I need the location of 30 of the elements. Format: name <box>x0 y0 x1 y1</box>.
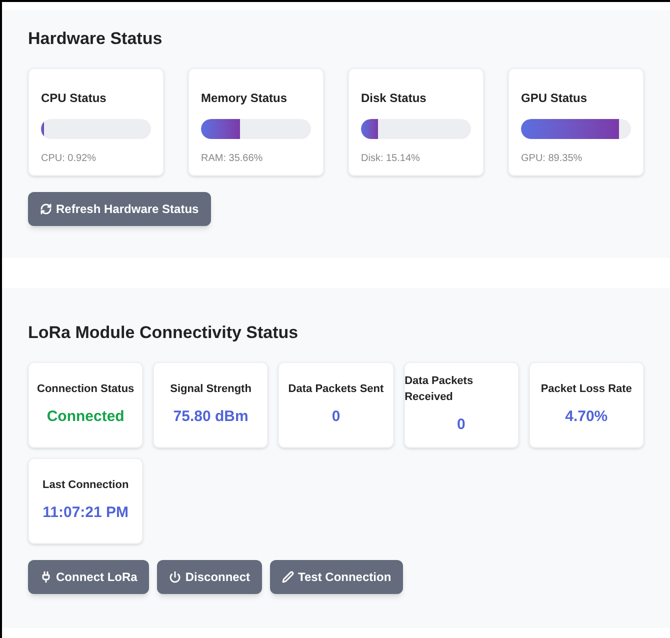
refresh-icon <box>40 202 52 214</box>
metric-title: GPU Status <box>521 90 588 106</box>
stat-value: 0 <box>457 414 466 435</box>
metric-reading: CPU: 0.92% <box>41 152 98 166</box>
metric-reading: GPU: 89.35% <box>521 152 584 166</box>
stat-label: Connection Status <box>37 382 134 397</box>
stat-label: Last Connection <box>42 478 129 493</box>
metric-title: Memory Status <box>201 90 288 106</box>
action-button[interactable]: Disconnect <box>157 560 262 594</box>
stat-label: Packet Loss Rate <box>540 382 632 397</box>
action-button[interactable]: Test Connection <box>270 560 404 594</box>
action-button[interactable]: Refresh Hardware Status <box>28 192 211 226</box>
action-button[interactable]: Connect LoRa <box>28 560 150 594</box>
metric-title: CPU Status <box>41 90 108 106</box>
section-title: Hardware Status <box>28 28 164 50</box>
stat-label: Data Packets Received <box>404 374 474 406</box>
metric-title: Disk Status <box>361 90 428 106</box>
stat-value: 11:07:21 PM <box>42 502 129 522</box>
pen-icon <box>282 570 294 582</box>
stat-value: 75.80 dBm <box>173 406 248 426</box>
section-title: LoRa Module Connectivity Status <box>28 322 300 344</box>
stat-value: 0 <box>332 406 340 426</box>
stat-label: Data Packets Sent <box>288 382 384 397</box>
stat-value: 4.70% <box>565 406 608 426</box>
stat-value: Connected <box>46 406 124 426</box>
plug-icon <box>40 570 52 582</box>
metric-reading: RAM: 35.66% <box>201 152 264 166</box>
power-icon <box>169 570 182 582</box>
stat-label: Signal Strength <box>170 382 252 397</box>
metric-reading: Disk: 15.14% <box>361 152 421 166</box>
